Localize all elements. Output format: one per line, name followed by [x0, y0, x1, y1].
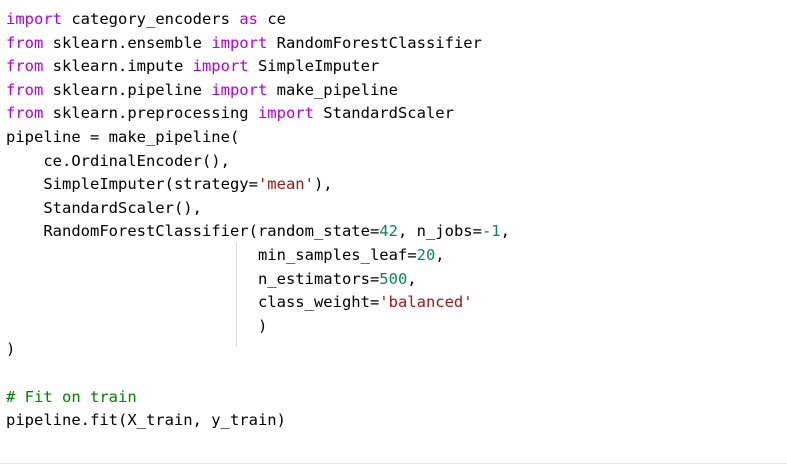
code-line[interactable]: ): [6, 338, 787, 362]
code-token-text: ): [6, 340, 16, 359]
code-line[interactable]: pipeline.fit(X_train, y_train): [6, 409, 787, 433]
code-line[interactable]: class_weight='balanced': [6, 291, 787, 315]
indent-guide: [236, 243, 237, 347]
code-token-text: sklearn.preprocessing: [43, 104, 258, 123]
code-token-number: -1: [481, 222, 501, 241]
code-token-text: sklearn.impute: [43, 57, 193, 76]
code-token-keyword: from: [6, 33, 44, 52]
code-token-text: category_encoders: [62, 10, 240, 28]
editor-bottom-border: [0, 463, 787, 464]
code-token-text: ): [6, 316, 268, 335]
code-token-text: pipeline.fit(X_train, y_train): [6, 411, 286, 430]
code-line[interactable]: pipeline = make_pipeline(: [6, 126, 787, 150]
code-token-keyword: import: [211, 80, 268, 99]
code-token-keyword: from: [6, 104, 44, 123]
code-token-text: ,: [435, 245, 445, 264]
code-line[interactable]: min_samples_leaf=20,: [6, 244, 787, 268]
code-token-text: , n_jobs=: [397, 222, 482, 241]
code-line[interactable]: from sklearn.ensemble import RandomFores…: [6, 32, 787, 56]
code-token-text: RandomForestClassifier(random_state=: [6, 222, 380, 241]
code-token-text: sklearn.ensemble: [43, 33, 212, 52]
code-token-string: 'mean': [257, 175, 314, 194]
code-line[interactable]: n_estimators=500,: [6, 268, 787, 292]
code-token-keyword: import: [257, 104, 314, 123]
code-token-number: 20: [416, 245, 436, 264]
code-token-number: 42: [379, 222, 398, 241]
code-line[interactable]: import category_encoders as ce: [6, 8, 787, 32]
code-line[interactable]: [6, 362, 787, 386]
code-token-text: ce: [257, 10, 286, 28]
code-token-keyword: as: [239, 10, 258, 28]
code-token-keyword: import: [6, 10, 62, 28]
code-token-keyword: import: [192, 57, 249, 76]
code-line[interactable]: RandomForestClassifier(random_state=42, …: [6, 220, 787, 244]
code-token-keyword: from: [6, 57, 44, 76]
code-editor[interactable]: import category_encoders as ce from sklea…: [0, 0, 787, 470]
code-token-text: n_estimators=: [6, 269, 380, 288]
code-token-text: ,: [500, 222, 510, 241]
code-token-text: RandomForestClassifier: [267, 33, 482, 52]
code-token-text: StandardScaler: [313, 104, 454, 123]
code-token-keyword: from: [6, 80, 44, 99]
code-token-number: 500: [379, 269, 408, 288]
code-token-comment: # Fit on train: [6, 387, 137, 406]
code-line[interactable]: ): [6, 315, 787, 339]
code-token-text: make_pipeline: [267, 80, 398, 99]
code-token-text: pipeline = make_pipeline(: [6, 127, 240, 146]
code-line[interactable]: SimpleImputer(strategy='mean'),: [6, 173, 787, 197]
code-token-text: SimpleImputer: [248, 57, 380, 76]
code-token-text: SimpleImputer(strategy=: [6, 175, 258, 194]
code-token-keyword: import: [211, 33, 268, 52]
code-line[interactable]: from sklearn.pipeline import make_pipeli…: [6, 79, 787, 103]
code-token-text: class_weight=: [6, 293, 380, 312]
code-token-text: sklearn.pipeline: [43, 80, 212, 99]
code-token-string: 'balanced': [379, 293, 473, 312]
code-line[interactable]: StandardScaler(),: [6, 197, 787, 221]
code-line[interactable]: # Fit on train: [6, 386, 787, 410]
code-line[interactable]: from sklearn.impute import SimpleImputer: [6, 55, 787, 79]
code-token-text: ),: [313, 175, 333, 194]
code-token-text: ce.OrdinalEncoder(),: [6, 151, 230, 170]
code-token-text: min_samples_leaf=: [6, 245, 417, 264]
code-block[interactable]: import category_encoders as ce from sklea…: [6, 8, 787, 433]
code-line[interactable]: ce.OrdinalEncoder(),: [6, 150, 787, 174]
code-line[interactable]: from sklearn.preprocessing import Standa…: [6, 102, 787, 126]
code-token-text: StandardScaler(),: [6, 198, 202, 217]
code-token-text: ,: [407, 269, 417, 288]
